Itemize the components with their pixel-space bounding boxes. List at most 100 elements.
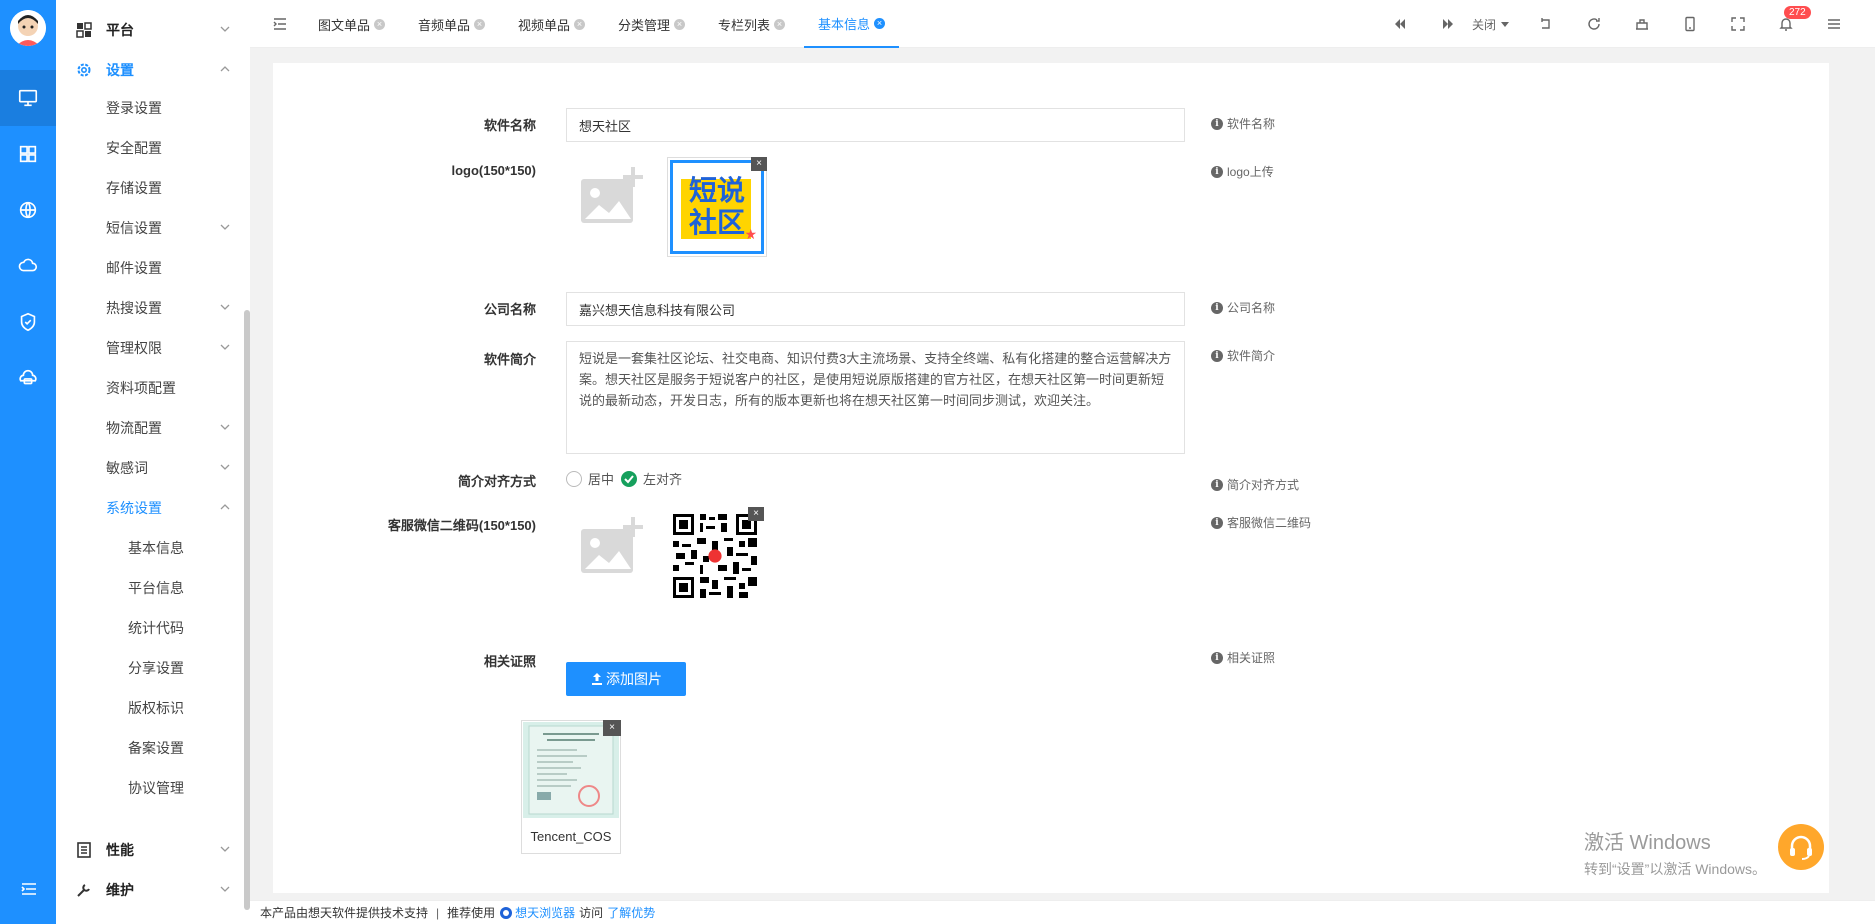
- sidebar-item-permissions[interactable]: 管理权限: [106, 328, 242, 368]
- sidebar-item-profile-fields[interactable]: 资料项配置: [106, 368, 242, 408]
- software-name-input[interactable]: 想天社区: [566, 108, 1185, 142]
- hint-text: 公司名称: [1227, 301, 1276, 315]
- sidebar-item-label: 基本信息: [128, 540, 184, 556]
- sidebar-item-label: 维护: [106, 882, 134, 898]
- sidebar-item-hot-search[interactable]: 热搜设置: [106, 288, 242, 328]
- hint-text: 相关证照: [1227, 651, 1276, 665]
- add-image-button[interactable]: 添加图片: [566, 662, 686, 696]
- customer-support-button[interactable]: [1778, 824, 1824, 870]
- clear-cache-icon[interactable]: [1634, 16, 1650, 32]
- close-icon[interactable]: ×: [474, 18, 486, 30]
- chevron-down-icon: [220, 424, 230, 430]
- browser-link[interactable]: 想天浏览器: [515, 904, 575, 921]
- sidebar-item-logistics[interactable]: 物流配置: [106, 408, 242, 448]
- close-icon[interactable]: ×: [574, 18, 586, 30]
- sidebar-item-label: 统计代码: [128, 620, 184, 636]
- software-name-hint: i 软件名称: [1211, 115, 1275, 132]
- sidebar-item-sensitive-words[interactable]: 敏感词: [106, 448, 242, 488]
- sidebar-item-maintenance[interactable]: 维护: [56, 870, 242, 910]
- company-name-input[interactable]: 嘉兴想天信息科技有限公司: [566, 292, 1185, 326]
- close-icon[interactable]: ×: [774, 18, 786, 30]
- cloud-icon[interactable]: [0, 238, 56, 294]
- close-icon[interactable]: ×: [603, 720, 621, 736]
- image-upload-icon[interactable]: [579, 165, 645, 225]
- sidebar-item-security[interactable]: 安全配置: [106, 128, 242, 168]
- sidebar-item-settings[interactable]: 设置: [56, 50, 242, 90]
- grid-icon: [76, 22, 92, 38]
- tab-column-list[interactable]: 专栏列表 ×: [718, 0, 786, 48]
- info-icon: i: [1211, 117, 1223, 130]
- more-menu-icon[interactable]: [1826, 16, 1842, 32]
- wrench-icon: [76, 882, 92, 898]
- logo-label: logo(150*150): [451, 163, 536, 178]
- sidebar-item-login-settings[interactable]: 登录设置: [106, 88, 242, 128]
- sidebar-scrollbar[interactable]: [244, 310, 250, 910]
- sidebar-item-platform-info[interactable]: 平台信息: [128, 568, 242, 608]
- shield-icon[interactable]: [0, 294, 56, 350]
- close-icon[interactable]: ×: [874, 17, 886, 29]
- globe-icon[interactable]: [0, 182, 56, 238]
- hint-text: logo上传: [1227, 165, 1274, 179]
- tab-audio-items[interactable]: 音频单品 ×: [418, 0, 486, 48]
- sidebar-item-platform[interactable]: 平台: [56, 10, 242, 50]
- tab-label: 分类管理: [618, 17, 671, 33]
- wechat-qrcode-hint: i 客服微信二维码: [1211, 514, 1311, 531]
- sidebar-item-agreements[interactable]: 协议管理: [128, 768, 242, 808]
- sidebar-item-email[interactable]: 邮件设置: [106, 248, 242, 288]
- hint-text: 软件简介: [1227, 349, 1276, 363]
- sidebar-item-sms[interactable]: 短信设置: [106, 208, 242, 248]
- sidebar-item-label: 分享设置: [128, 660, 184, 676]
- chevron-down-icon: [220, 224, 230, 230]
- tab-graphic-items[interactable]: 图文单品 ×: [318, 0, 386, 48]
- avatar[interactable]: [10, 10, 46, 46]
- mobile-icon[interactable]: [1682, 16, 1698, 32]
- learn-more-link[interactable]: 了解优势: [607, 904, 655, 921]
- close-icon[interactable]: ×: [374, 18, 386, 30]
- fullscreen-icon[interactable]: [1730, 16, 1746, 32]
- refresh-icon[interactable]: [1586, 16, 1602, 32]
- cloud-robot-icon[interactable]: [0, 350, 56, 406]
- desktop-icon[interactable]: [0, 70, 56, 126]
- add-image-label: 添加图片: [606, 671, 662, 687]
- align-left-radio[interactable]: 左对齐: [621, 469, 682, 488]
- sidebar-item-copyright[interactable]: 版权标识: [128, 688, 242, 728]
- tab-basic-info[interactable]: 基本信息 ×: [804, 0, 900, 48]
- company-name-label: 公司名称: [483, 302, 536, 317]
- sidebar-item-share-settings[interactable]: 分享设置: [128, 648, 242, 688]
- image-upload-icon[interactable]: [579, 515, 645, 575]
- tab-label: 专栏列表: [718, 17, 771, 33]
- menu-fold-icon[interactable]: [272, 16, 288, 32]
- return-icon[interactable]: [1538, 16, 1554, 32]
- tabs-prev-icon[interactable]: [1392, 16, 1408, 32]
- software-name-label: 软件名称: [483, 118, 536, 133]
- headset-icon: [1790, 835, 1812, 860]
- tab-category[interactable]: 分类管理 ×: [618, 0, 686, 48]
- close-tabs-dropdown[interactable]: 关闭: [1472, 0, 1510, 48]
- logo-text: 短说: [688, 175, 745, 206]
- close-icon[interactable]: ×: [674, 18, 686, 30]
- software-intro-textarea[interactable]: 短说是一套集社区论坛、社交电商、知识付费3大主流场景、支持全终端、私有化搭建的整…: [566, 341, 1185, 454]
- sidebar-item-label: 物流配置: [106, 420, 162, 436]
- tabs-next-icon[interactable]: [1440, 16, 1456, 32]
- collapse-menu-icon[interactable]: [20, 880, 38, 898]
- apps-icon[interactable]: [0, 126, 56, 182]
- tab-video-items[interactable]: 视频单品 ×: [518, 0, 586, 48]
- sidebar-item-stats-code[interactable]: 统计代码: [128, 608, 242, 648]
- certificate-item[interactable]: Tencent_COS ×: [521, 720, 621, 854]
- close-tabs-label: 关闭: [1472, 17, 1497, 32]
- sidebar-item-label: 邮件设置: [106, 260, 162, 276]
- qrcode-thumbnail[interactable]: ×: [667, 507, 764, 604]
- sidebar-item-basic-info[interactable]: 基本信息: [128, 528, 242, 568]
- intro-align-hint: i 简介对齐方式: [1211, 476, 1299, 493]
- close-icon[interactable]: ×: [748, 507, 764, 521]
- align-center-radio[interactable]: 居中: [566, 469, 614, 488]
- sidebar-item-system-settings[interactable]: 系统设置: [106, 488, 242, 528]
- sidebar-item-label: 备案设置: [128, 740, 184, 756]
- sidebar-item-storage[interactable]: 存储设置: [106, 168, 242, 208]
- close-icon[interactable]: ×: [751, 157, 767, 171]
- chevron-up-icon: [220, 504, 230, 510]
- sidebar-item-performance[interactable]: 性能: [56, 830, 242, 870]
- logo-thumbnail[interactable]: 短说 社区 ★ ×: [667, 157, 767, 257]
- info-icon: i: [1211, 301, 1223, 314]
- sidebar-item-filing[interactable]: 备案设置: [128, 728, 242, 768]
